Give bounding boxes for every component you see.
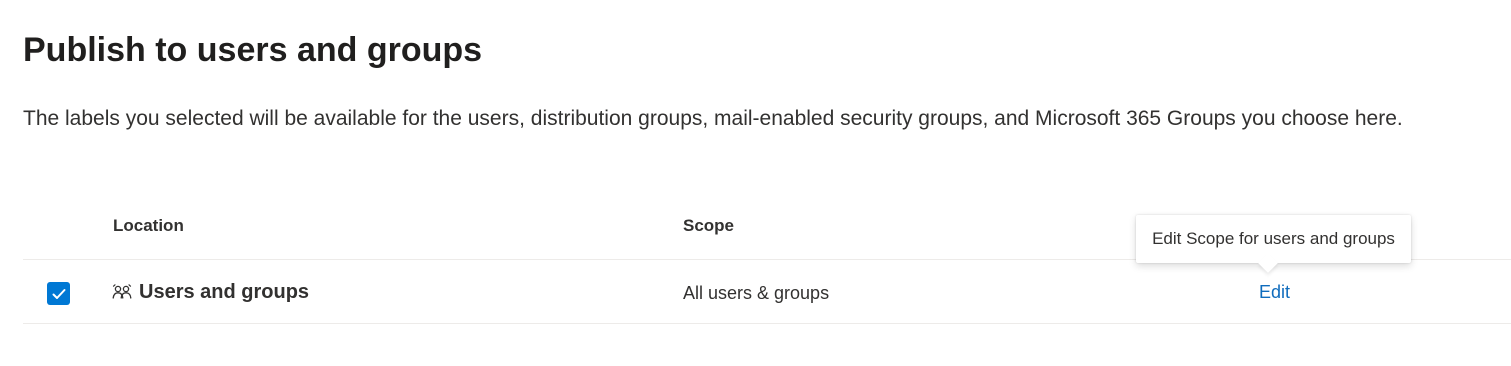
table-row: Users and groups All users & groups Edit [23,260,1511,324]
edit-scope-link[interactable]: Edit [1259,282,1290,303]
page-description: The labels you selected will be availabl… [23,107,1403,130]
edit-scope-tooltip: Edit Scope for users and groups [1136,215,1411,273]
location-name: Users and groups [139,281,310,303]
scope-value: All users & groups [683,283,830,303]
users-icon [111,283,133,303]
tooltip-text: Edit Scope for users and groups [1152,229,1395,248]
row-checkbox[interactable] [47,282,70,305]
column-header-location: Location [113,216,184,235]
page-title: Publish to users and groups [23,31,483,69]
column-header-scope: Scope [683,216,735,235]
checkmark-icon [52,288,65,299]
location-cell: Users and groups [111,281,309,304]
publish-users-groups-page: Publish to users and groups The labels y… [0,0,1511,366]
